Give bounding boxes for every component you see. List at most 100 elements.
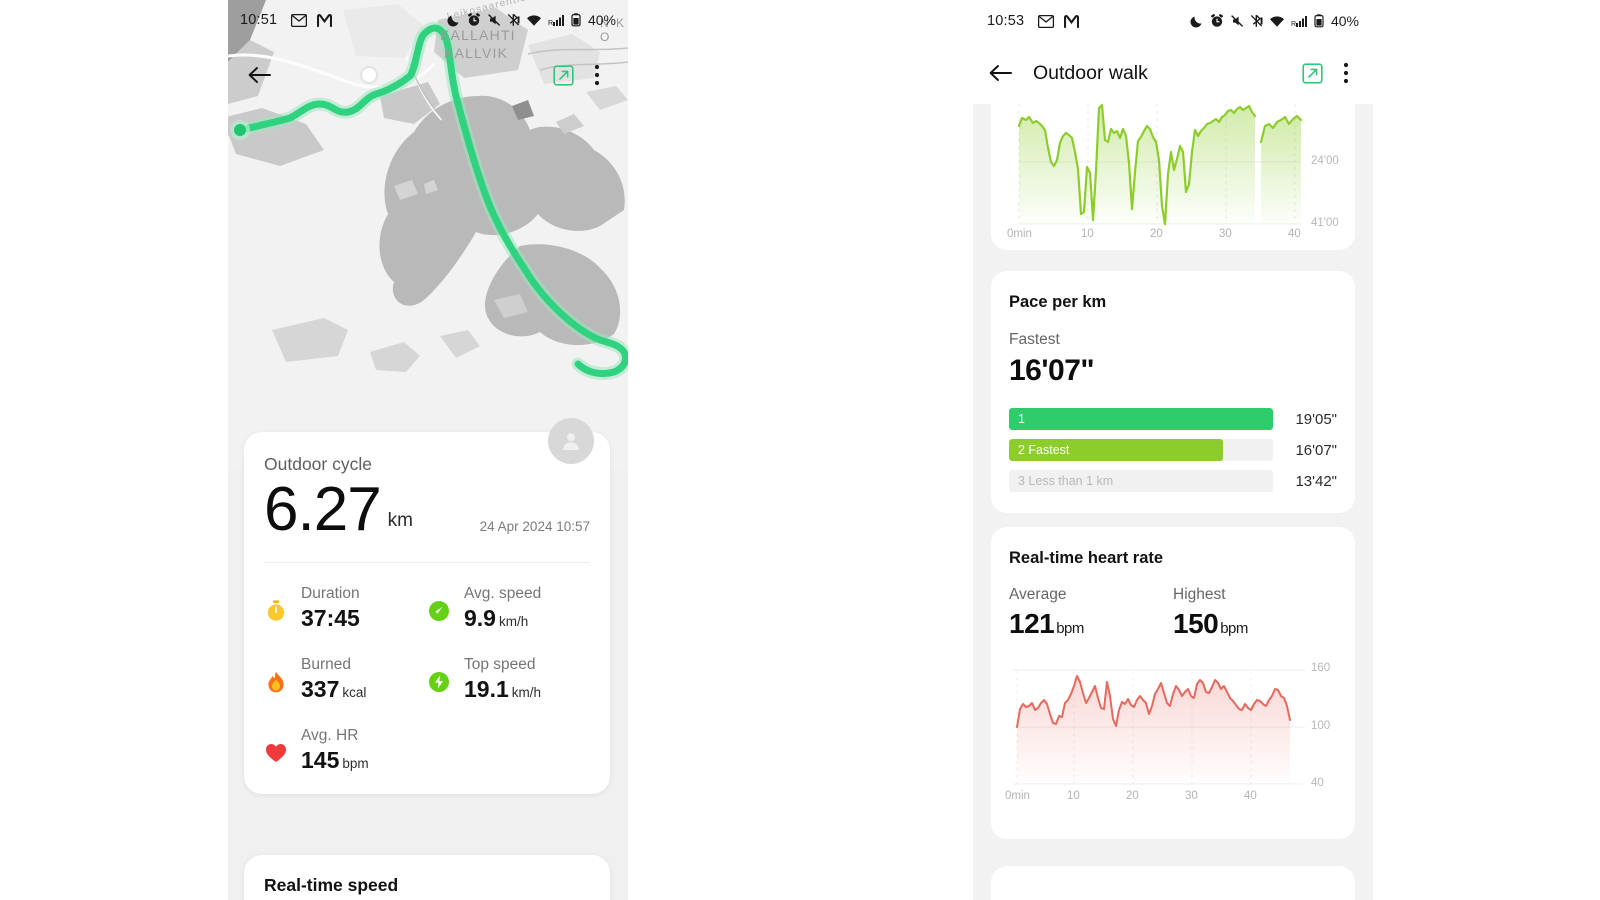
- hr-highest-label: Highest: [1173, 586, 1337, 604]
- status-app-icons: [291, 14, 332, 27]
- wifi-icon: [526, 14, 542, 27]
- status-system-icons: R 40%: [447, 12, 616, 28]
- stat-value: 145: [301, 747, 339, 774]
- pace-xtick-20: 20: [1150, 228, 1163, 240]
- right-status-bar: 10:53: [973, 0, 1373, 42]
- avatar[interactable]: [548, 418, 594, 464]
- pace-xtick-30: 30: [1219, 228, 1232, 240]
- battery-icon: [571, 13, 581, 27]
- stat-label: Avg. HR: [301, 727, 369, 745]
- stat-label: Burned: [301, 656, 366, 674]
- hr-highest-value: 150: [1173, 608, 1218, 639]
- realtime-speed-card[interactable]: Real-time speed: [244, 855, 610, 900]
- pace-xtick-40: 40: [1288, 228, 1301, 240]
- person-icon: [559, 429, 583, 453]
- status-system-icons: R 40%: [1190, 13, 1359, 29]
- bar-track: 2 Fastest: [1009, 439, 1273, 461]
- left-phone-screenshot: KALLAHTI KALLVIK Leikosaarentie N K O 10…: [228, 0, 628, 900]
- bar-track: 3 Less than 1 km: [1009, 470, 1273, 492]
- gmail-icon: [291, 14, 307, 27]
- battery-percent: 40%: [588, 12, 616, 28]
- hr-xtick-30: 30: [1185, 790, 1198, 802]
- hr-highest-unit: bpm: [1220, 620, 1248, 637]
- back-arrow-icon[interactable]: [983, 56, 1017, 90]
- fastest-value: 16'07": [1009, 354, 1337, 388]
- gmail-icon: [1038, 15, 1054, 28]
- stat-item-avg-speed: Avg. speed 9.9 km/h: [427, 585, 590, 632]
- more-vertical-icon[interactable]: [580, 58, 614, 92]
- page-title: Outdoor walk: [1033, 62, 1148, 85]
- pace-bar-row-2[interactable]: 2 Fastest 16'07": [1009, 439, 1337, 461]
- stopwatch-icon: [264, 599, 288, 623]
- stat-value-wrap: 19.1 km/h: [464, 676, 541, 703]
- battery-icon: [1314, 14, 1324, 28]
- card-divider: [264, 562, 590, 563]
- svg-text:R: R: [548, 20, 553, 27]
- stat-value-wrap: 37:45: [301, 605, 363, 632]
- hr-xtick-0: 0min: [1005, 790, 1030, 802]
- stat-label: Duration: [301, 585, 363, 603]
- realtime-speed-title: Real-time speed: [264, 875, 590, 896]
- heart-rate-summary: Average 121bpm Highest 150bpm: [1009, 586, 1337, 640]
- bar-value: 19'05": [1273, 411, 1337, 428]
- stat-value-wrap: 145 bpm: [301, 747, 369, 774]
- hr-ytick-160: 160: [1311, 662, 1330, 674]
- signal-icon: R: [1291, 15, 1308, 28]
- speed-icon: [427, 599, 451, 623]
- stat-text-top-speed: Top speed 19.1 km/h: [464, 656, 541, 703]
- pace-xtick-10: 10: [1081, 228, 1094, 240]
- stat-text-avg-speed: Avg. speed 9.9 km/h: [464, 585, 541, 632]
- map-top-bar: [228, 52, 628, 98]
- flame-icon: [264, 670, 288, 694]
- bluetooth-off-icon: [1250, 14, 1263, 28]
- stat-text-burned: Burned 337 kcal: [301, 656, 366, 703]
- next-card-partial[interactable]: [991, 866, 1355, 900]
- share-icon[interactable]: [546, 58, 580, 92]
- stat-value-wrap: 337 kcal: [301, 676, 366, 703]
- stat-item-burned: Burned 337 kcal: [264, 656, 427, 703]
- bar-track: 1: [1009, 408, 1273, 430]
- stats-grid: Duration 37:45: [264, 585, 590, 774]
- heart-rate-chart-wrap: 160 100 40 0min 10 20 30 40: [1009, 662, 1337, 817]
- bar-label: 1: [1018, 408, 1025, 430]
- heart-rate-chart: [1009, 662, 1337, 812]
- bar-label: 2 Fastest: [1018, 439, 1069, 461]
- pace-area-2: [1261, 116, 1301, 224]
- realtime-heart-rate-card[interactable]: Real-time heart rate Average 121bpm High…: [991, 527, 1355, 839]
- signal-icon: R: [548, 14, 565, 27]
- workout-datetime: 24 Apr 2024 10:57: [480, 519, 590, 534]
- hr-xtick-40: 40: [1244, 790, 1257, 802]
- pace-ytick-24: 24'00: [1311, 155, 1339, 167]
- mute-icon: [487, 13, 501, 27]
- sport-type-label: Outdoor cycle: [264, 454, 590, 475]
- hr-average-label: Average: [1009, 586, 1173, 604]
- stat-item-duration: Duration 37:45: [264, 585, 427, 632]
- pace-per-km-card[interactable]: Pace per km Fastest 16'07" 1 19'05" 2 Fa…: [991, 271, 1355, 513]
- heart-icon: [264, 741, 288, 765]
- bar-fill: [1009, 408, 1273, 430]
- mute-icon: [1230, 14, 1244, 28]
- alarm-icon: [1210, 14, 1224, 28]
- screenshot-stage: KALLAHTI KALLVIK Leikosaarentie N K O 10…: [0, 0, 1600, 900]
- moon-icon: [1190, 14, 1204, 28]
- stat-item-avg-hr: Avg. HR 145 bpm: [264, 727, 427, 774]
- status-time: 10:53: [987, 13, 1024, 29]
- more-vertical-icon[interactable]: [1329, 56, 1363, 90]
- hr-average-unit: bpm: [1056, 620, 1084, 637]
- wifi-icon: [1269, 15, 1285, 28]
- moon-icon: [447, 13, 461, 27]
- svg-text:R: R: [1291, 21, 1296, 28]
- back-arrow-icon[interactable]: [242, 58, 276, 92]
- pace-bar-row-3[interactable]: 3 Less than 1 km 13'42": [1009, 470, 1337, 492]
- pace-ytick-41: 41'00: [1311, 217, 1339, 229]
- bar-value: 13'42": [1273, 473, 1337, 490]
- pace-per-km-title: Pace per km: [1009, 293, 1337, 312]
- hr-average-value-wrap: 121bpm: [1009, 608, 1173, 640]
- stat-value-wrap: 9.9 km/h: [464, 605, 541, 632]
- stat-text-avg-hr: Avg. HR 145 bpm: [301, 727, 369, 774]
- share-icon[interactable]: [1295, 56, 1329, 90]
- realtime-pace-card[interactable]: 24'00 41'00 0min 10 20 30 40: [991, 104, 1355, 250]
- pace-bar-row-1[interactable]: 1 19'05": [1009, 408, 1337, 430]
- stat-text-duration: Duration 37:45: [301, 585, 363, 632]
- hr-ytick-100: 100: [1311, 720, 1330, 732]
